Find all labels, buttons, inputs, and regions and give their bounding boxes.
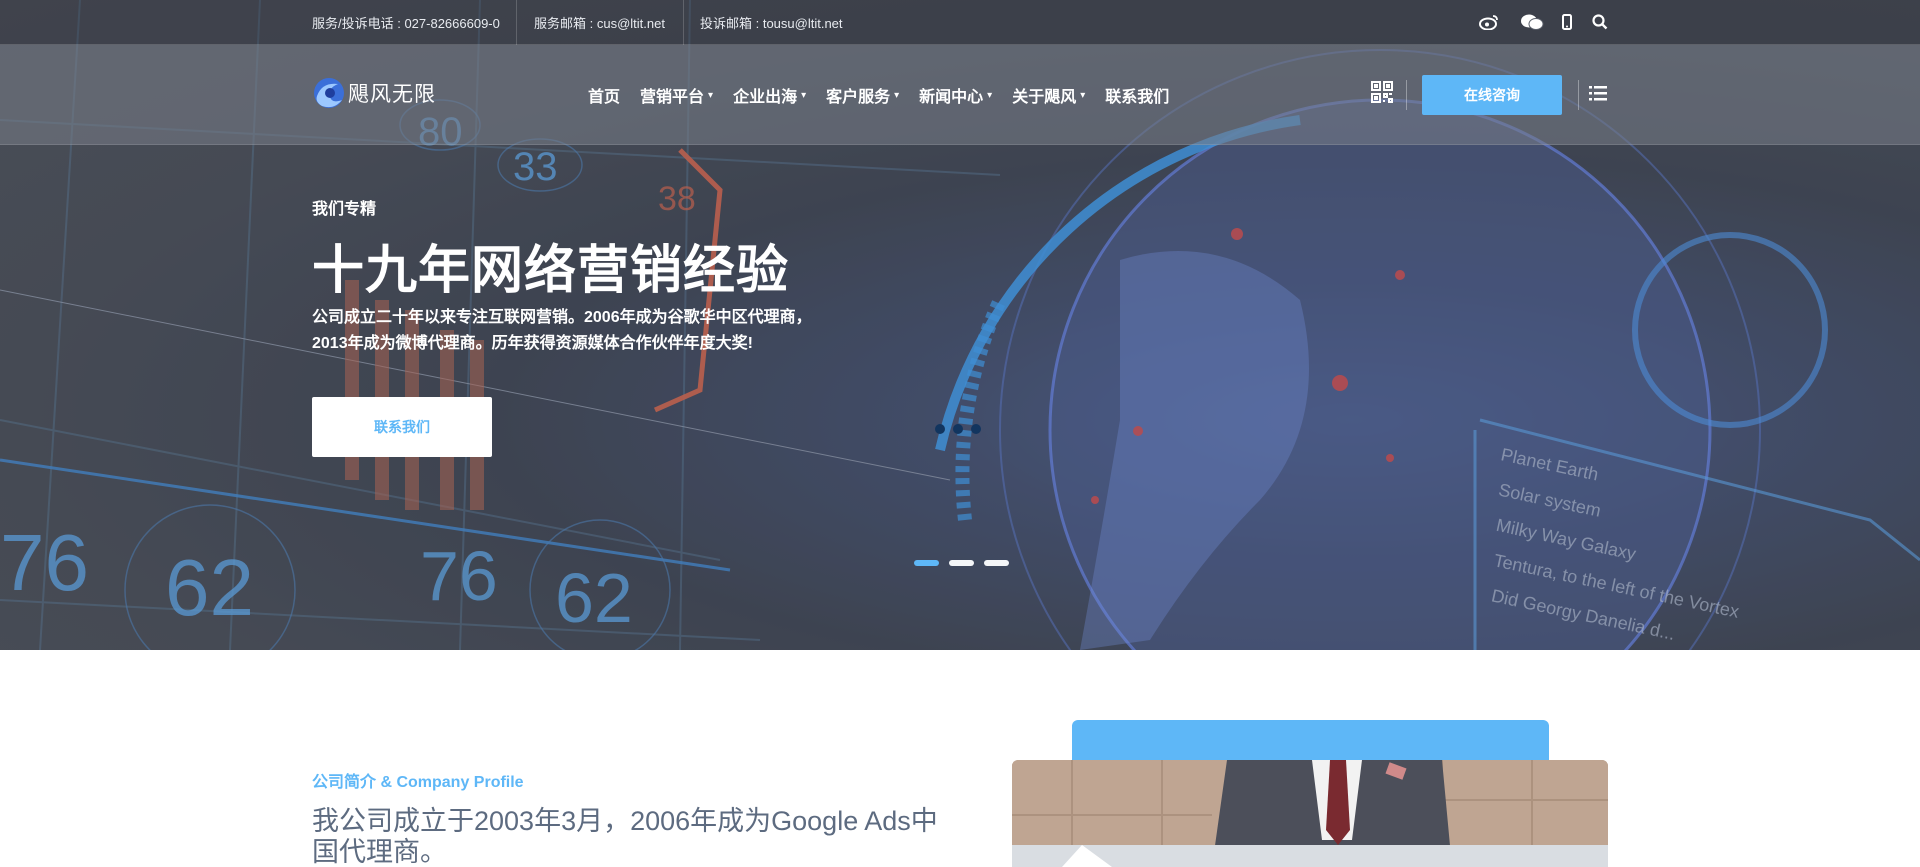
logo-mark-icon bbox=[312, 76, 346, 110]
chevron-down-icon: ▾ bbox=[1080, 89, 1086, 101]
logo-text: 飓风无限 bbox=[348, 83, 436, 106]
service-email[interactable]: 服务邮箱 : cus@ltit.net bbox=[534, 0, 665, 45]
contact-us-button[interactable]: 联系我们 bbox=[312, 397, 492, 457]
nav-marketing-platform[interactable]: 营销平台 ▾ bbox=[640, 83, 713, 107]
hero-kicker: 我们专精 bbox=[312, 201, 377, 218]
weibo-icon[interactable] bbox=[1479, 12, 1499, 32]
chevron-down-icon: ▾ bbox=[987, 89, 993, 101]
hero-headline: 十九年网络营销经验 bbox=[312, 242, 790, 300]
complaint-email[interactable]: 投诉邮箱 : tousu@ltit.net bbox=[700, 0, 843, 45]
online-consult-button[interactable]: 在线咨询 bbox=[1422, 75, 1562, 115]
nav-home[interactable]: 首页 bbox=[588, 83, 620, 107]
chevron-down-icon: ▾ bbox=[708, 89, 714, 101]
section-label: 公司简介 & Company Profile bbox=[312, 774, 524, 791]
chevron-down-icon: ▾ bbox=[801, 89, 807, 101]
main-header: 飓风无限 首页 营销平台 ▾ 企业出海 ▾ 客户服务 ▾ 新闻中心 ▾ 关于飓风 ▾ 联系… bbox=[0, 45, 1920, 145]
slide-dot[interactable] bbox=[949, 560, 974, 566]
nav-news-center[interactable]: 新闻中心 ▾ bbox=[919, 83, 992, 107]
nav-about[interactable]: 关于飓风 ▾ bbox=[1012, 83, 1085, 107]
chevron-down-icon: ▾ bbox=[894, 89, 900, 101]
qr-code-icon[interactable] bbox=[1371, 81, 1393, 103]
wechat-icon[interactable] bbox=[1520, 12, 1544, 32]
slide-dot[interactable] bbox=[984, 560, 1009, 566]
slide-dot[interactable] bbox=[914, 560, 939, 566]
slider-pagination bbox=[914, 560, 1009, 566]
search-icon[interactable] bbox=[1590, 12, 1610, 32]
top-contact-bar: 服务/投诉电话 : 027-82666609-0 服务邮箱 : cus@ltit… bbox=[0, 0, 1920, 45]
company-photo bbox=[1012, 760, 1608, 867]
hero-description: 公司成立二十年以来专注互联网营销。2006年成为谷歌华中区代理商，2013年成为… bbox=[312, 309, 812, 352]
nav-go-global[interactable]: 企业出海 ▾ bbox=[733, 83, 806, 107]
mobile-icon[interactable] bbox=[1557, 12, 1577, 32]
section-title: 我公司成立于2003年3月，2006年成为Google Ads中国代理商。 bbox=[312, 806, 938, 867]
nav-contact[interactable]: 联系我们 bbox=[1105, 83, 1169, 107]
phone-contact: 服务/投诉电话 : 027-82666609-0 bbox=[312, 16, 500, 31]
nav-customer-service[interactable]: 客户服务 ▾ bbox=[826, 83, 899, 107]
logo[interactable]: 飓风无限 bbox=[312, 76, 436, 110]
menu-list-icon[interactable] bbox=[1589, 85, 1609, 105]
main-nav: 首页 营销平台 ▾ 企业出海 ▾ 客户服务 ▾ 新闻中心 ▾ 关于飓风 ▾ 联系我们 bbox=[588, 45, 1189, 145]
loading-dots bbox=[935, 424, 981, 434]
